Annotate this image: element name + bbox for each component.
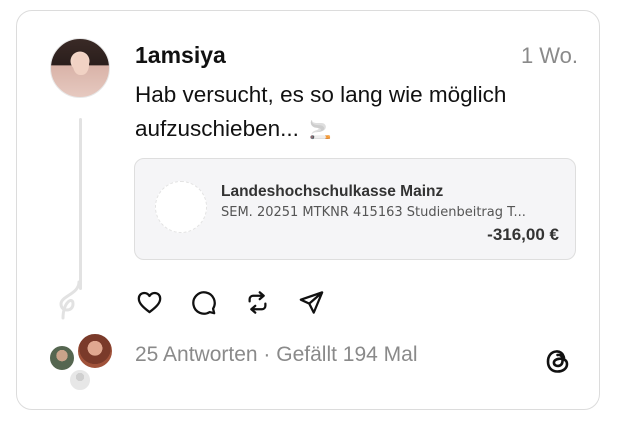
reply-avatar — [76, 332, 114, 370]
stats-separator: · — [257, 343, 277, 366]
reply-avatar — [68, 368, 92, 392]
post-stats: 25 Antworten · Gefällt 194 Mal — [135, 343, 418, 367]
post-timestamp[interactable]: 1 Wo. — [521, 43, 578, 69]
repost-icon — [248, 290, 266, 314]
transaction-card[interactable]: Landeshochschulkasse Mainz SEM. 20251 MT… — [134, 158, 576, 260]
bank-logo-placeholder-icon — [155, 181, 207, 233]
post-text: Hab versucht, es so lang wie möglich auf… — [135, 78, 585, 147]
threads-logo-icon[interactable] — [543, 345, 573, 377]
thread-line — [79, 118, 82, 290]
share-button[interactable] — [295, 286, 327, 318]
replies-count[interactable]: 25 Antworten — [135, 343, 258, 366]
share-icon — [299, 290, 323, 314]
comment-button[interactable] — [187, 286, 219, 318]
thread-loop-icon — [59, 280, 81, 320]
cigarette-emoji: 🚬 — [309, 120, 332, 140]
comment-icon — [191, 290, 216, 315]
transaction-amount: -316,00 € — [487, 225, 559, 244]
likes-count[interactable]: Gefällt 194 Mal — [276, 343, 417, 366]
like-button[interactable] — [133, 286, 165, 318]
avatar[interactable] — [50, 38, 110, 98]
reply-avatar — [48, 344, 76, 372]
repost-button[interactable] — [241, 286, 273, 318]
heart-icon — [137, 291, 161, 313]
transaction-payee: Landeshochschulkasse Mainz — [221, 183, 444, 200]
reply-avatars[interactable] — [46, 332, 116, 392]
transaction-reference: SEM. 20251 MTKNR 415163 Studienbeitrag T… — [221, 205, 526, 220]
username[interactable]: 1amsiya — [135, 42, 226, 69]
